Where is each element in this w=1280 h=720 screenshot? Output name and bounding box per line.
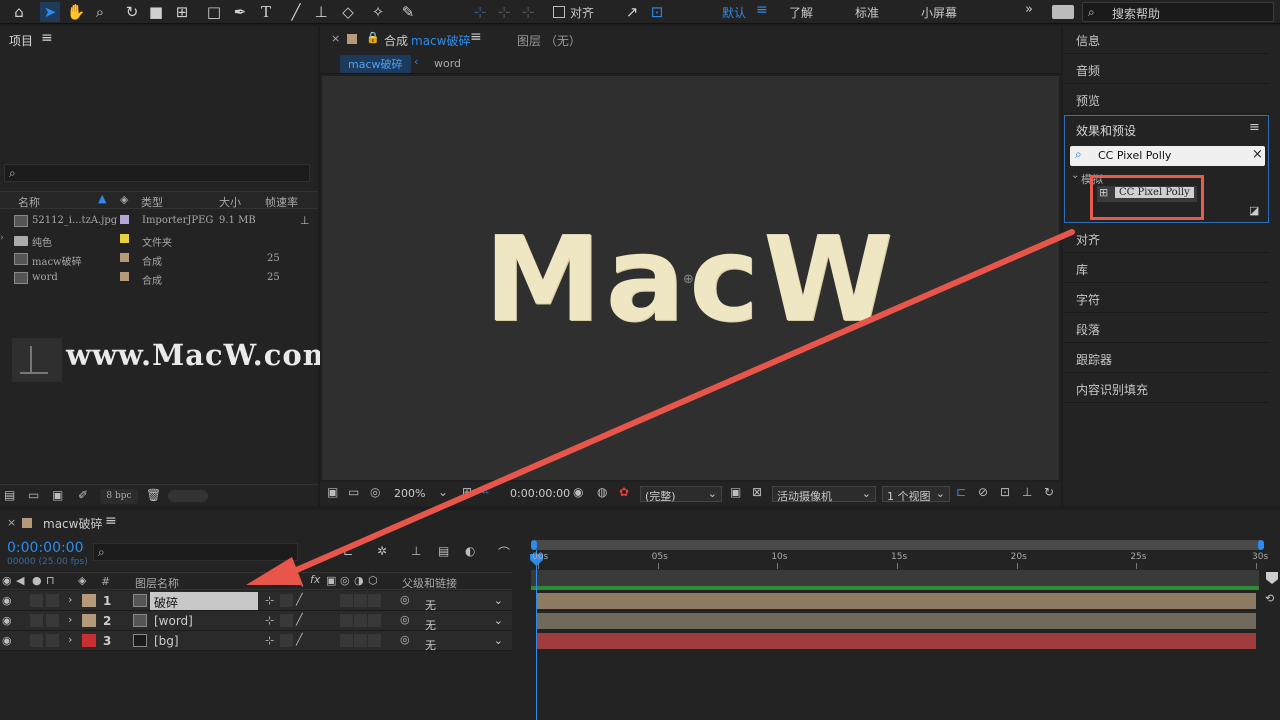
layer-duration-bar[interactable] [537, 593, 1256, 609]
layer-duration-bar[interactable] [537, 613, 1256, 629]
layer-duration-bar[interactable] [537, 633, 1256, 649]
annotation-arrow [246, 229, 1075, 585]
